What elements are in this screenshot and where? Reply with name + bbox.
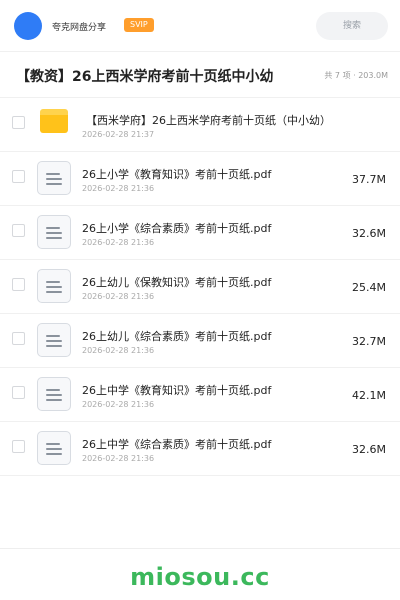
list-item-folder[interactable]: 【西米学府】26上西米学府考前十页纸（中小幼） 2026-02-28 21:37 bbox=[0, 98, 400, 152]
document-icon bbox=[37, 323, 71, 357]
item-date: 2026-02-28 21:36 bbox=[82, 454, 155, 463]
list-item[interactable]: 26上幼儿《保教知识》考前十页纸.pdf 2026-02-28 21:36 25… bbox=[0, 260, 400, 314]
document-icon bbox=[37, 215, 71, 249]
top-bar: 夸克网盘分享 SVIP 搜索 bbox=[0, 0, 400, 52]
select-checkbox[interactable] bbox=[12, 224, 25, 237]
select-checkbox[interactable] bbox=[12, 170, 25, 183]
item-size: 32.6M bbox=[352, 443, 386, 456]
item-name: 26上幼儿《综合素质》考前十页纸.pdf bbox=[82, 330, 272, 343]
sharer-name: 夸克网盘分享 bbox=[52, 23, 107, 33]
share-title-row: 【教资】26上西米学府考前十页纸中小幼 共 7 项 · 203.0M bbox=[0, 52, 400, 98]
svip-badge: SVIP bbox=[124, 18, 154, 32]
search-button[interactable]: 搜索 bbox=[316, 12, 388, 40]
folder-icon bbox=[40, 109, 68, 133]
item-date: 2026-02-28 21:36 bbox=[82, 238, 155, 247]
avatar[interactable] bbox=[14, 12, 42, 40]
item-name: 26上小学《综合素质》考前十页纸.pdf bbox=[82, 222, 272, 235]
item-size: 32.7M bbox=[352, 335, 386, 348]
document-icon bbox=[37, 377, 71, 411]
item-size: 42.1M bbox=[352, 389, 386, 402]
document-icon bbox=[37, 269, 71, 303]
item-name: 26上中学《综合素质》考前十页纸.pdf bbox=[82, 438, 272, 451]
file-list: 【西米学府】26上西米学府考前十页纸（中小幼） 2026-02-28 21:37… bbox=[0, 98, 400, 476]
list-item[interactable]: 26上中学《综合素质》考前十页纸.pdf 2026-02-28 21:36 32… bbox=[0, 422, 400, 476]
item-name: 26上幼儿《保教知识》考前十页纸.pdf bbox=[82, 276, 272, 289]
item-size: 37.7M bbox=[352, 173, 386, 186]
item-size: 32.6M bbox=[352, 227, 386, 240]
item-name: 【西米学府】26上西米学府考前十页纸（中小幼） bbox=[86, 114, 331, 127]
watermark: miosou.cc bbox=[130, 563, 270, 591]
list-item[interactable]: 26上中学《教育知识》考前十页纸.pdf 2026-02-28 21:36 42… bbox=[0, 368, 400, 422]
select-checkbox[interactable] bbox=[12, 332, 25, 345]
item-name: 26上中学《教育知识》考前十页纸.pdf bbox=[82, 384, 272, 397]
select-checkbox[interactable] bbox=[12, 386, 25, 399]
document-icon bbox=[37, 431, 71, 465]
item-size: 25.4M bbox=[352, 281, 386, 294]
item-date: 2026-02-28 21:37 bbox=[82, 130, 155, 139]
item-date: 2026-02-28 21:36 bbox=[82, 184, 155, 193]
item-date: 2026-02-28 21:36 bbox=[82, 400, 155, 409]
select-checkbox[interactable] bbox=[12, 116, 25, 129]
item-summary: 共 7 项 · 203.0M bbox=[324, 71, 388, 80]
footer: miosou.cc bbox=[0, 548, 400, 600]
select-checkbox[interactable] bbox=[12, 278, 25, 291]
item-date: 2026-02-28 21:36 bbox=[82, 292, 155, 301]
list-item[interactable]: 26上小学《教育知识》考前十页纸.pdf 2026-02-28 21:36 37… bbox=[0, 152, 400, 206]
item-name: 26上小学《教育知识》考前十页纸.pdf bbox=[82, 168, 272, 181]
page-title: 【教资】26上西米学府考前十页纸中小幼 bbox=[16, 69, 274, 85]
item-date: 2026-02-28 21:36 bbox=[82, 346, 155, 355]
document-icon bbox=[37, 161, 71, 195]
list-item[interactable]: 26上幼儿《综合素质》考前十页纸.pdf 2026-02-28 21:36 32… bbox=[0, 314, 400, 368]
select-checkbox[interactable] bbox=[12, 440, 25, 453]
list-item[interactable]: 26上小学《综合素质》考前十页纸.pdf 2026-02-28 21:36 32… bbox=[0, 206, 400, 260]
